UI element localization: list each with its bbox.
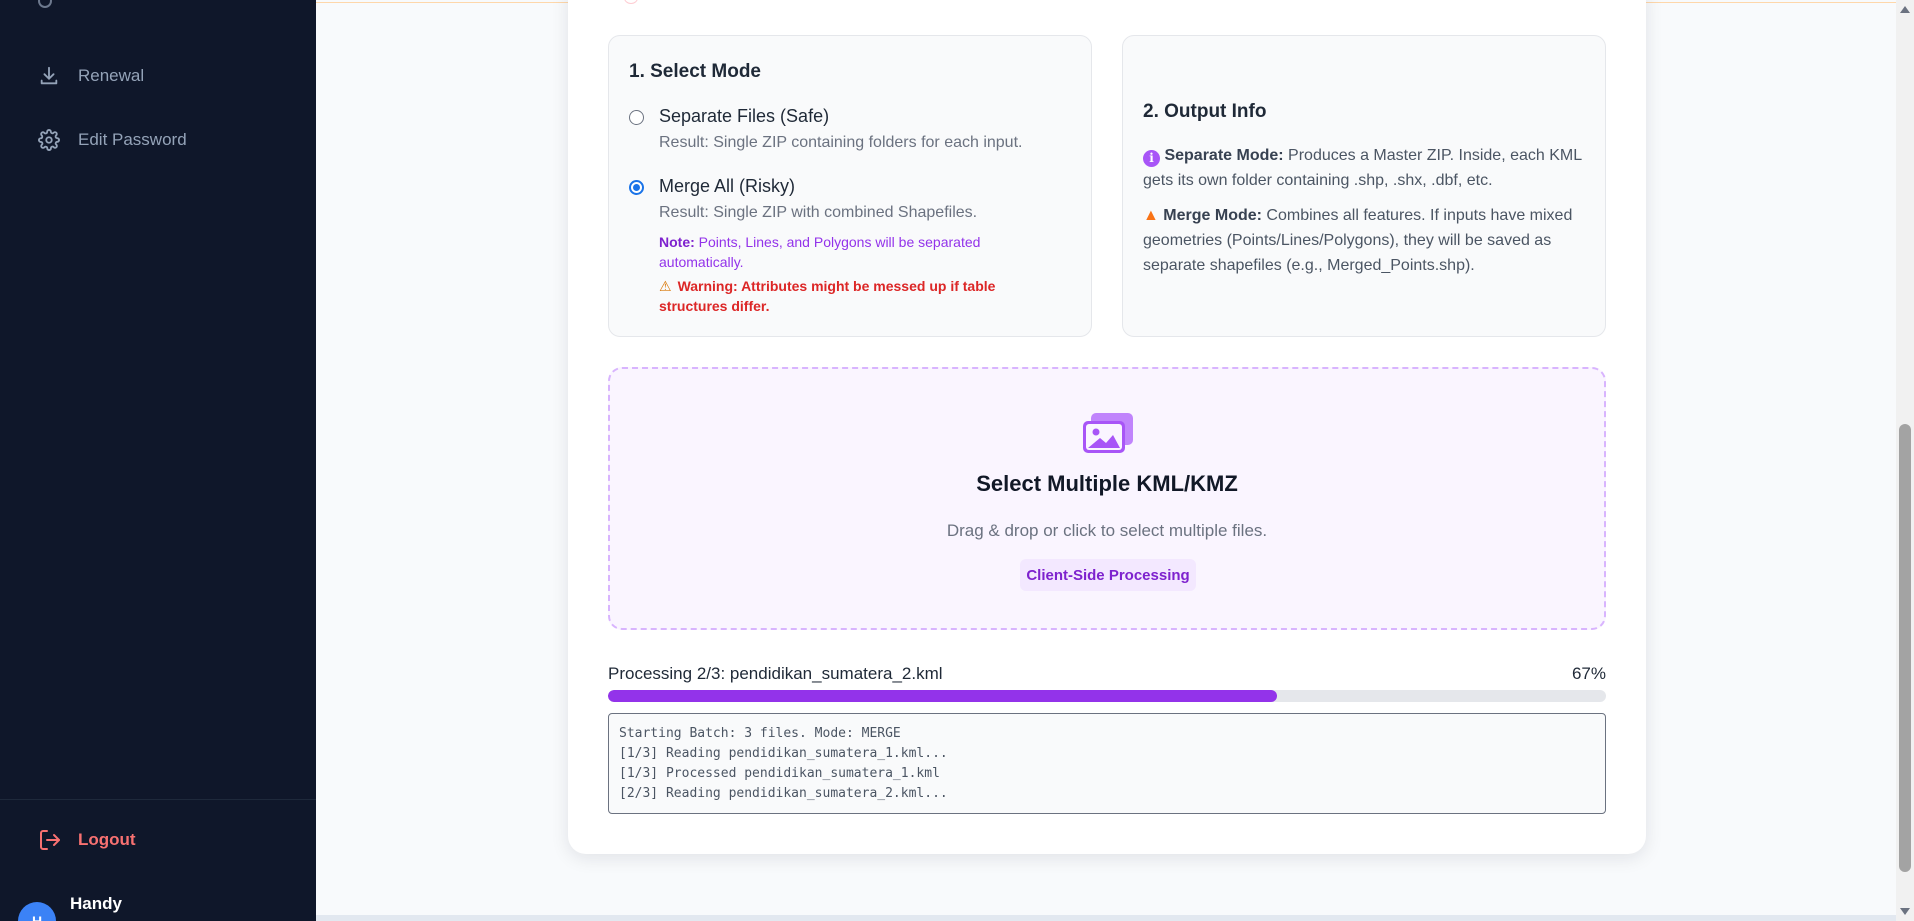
log-line: Starting Batch: 3 files. Mode: MERGE	[619, 726, 901, 741]
progress-bar	[608, 690, 1606, 702]
logout-label: Logout	[78, 830, 136, 849]
separate-files-label[interactable]: Separate Files (Safe)	[659, 106, 829, 127]
dropzone-subtitle: Drag & drop or click to select multiple …	[946, 521, 1268, 540]
merge-note: Note: Points, Lines, and Polygons will b…	[659, 232, 1059, 272]
note-text: Points, Lines, and Polygons will be sepa…	[659, 234, 981, 270]
progress-percent: 67%	[1571, 664, 1606, 683]
scroll-down-arrow-icon[interactable]	[1900, 908, 1910, 915]
separate-files-radio[interactable]	[629, 110, 644, 125]
merge-mode-label: Merge Mode:	[1163, 207, 1262, 224]
separate-files-description: Result: Single ZIP containing folders fo…	[659, 134, 1023, 151]
merge-mode-info: ▲ Merge Mode: Combines all features. If …	[1143, 203, 1591, 278]
bottom-strip	[316, 915, 1896, 921]
processing-log[interactable]: Starting Batch: 3 files. Mode: MERGE [1/…	[608, 713, 1606, 814]
download-icon	[40, 66, 58, 85]
sidebar-footer: Logout H Handy	[0, 799, 316, 921]
note-label: Note:	[659, 234, 695, 250]
logout-icon	[40, 830, 60, 850]
info-icon: i	[1143, 150, 1160, 167]
separate-mode-info: i Separate Mode: Produces a Master ZIP. …	[1143, 143, 1591, 193]
scroll-up-arrow-icon[interactable]	[1900, 6, 1910, 13]
merge-all-description: Result: Single ZIP with combined Shapefi…	[659, 204, 978, 221]
scroll-thumb[interactable]	[1899, 424, 1911, 872]
sidebar-item-renewal[interactable]: Renewal	[0, 44, 316, 108]
merge-all-label[interactable]: Merge All (Risky)	[659, 176, 795, 197]
warning-triangle-icon: ▲	[1143, 207, 1159, 224]
merge-all-radio[interactable]	[629, 180, 644, 195]
user-name: Handy	[70, 894, 122, 913]
avatar: H	[18, 902, 56, 921]
app-root: Renewal Edit Password Logout H Handy 1. …	[0, 0, 1914, 921]
file-dropzone[interactable]: Select Multiple KML/KMZ Drag & drop or c…	[608, 367, 1606, 630]
log-line: [2/3] Reading pendidikan_sumatera_2.kml.…	[619, 786, 948, 801]
log-line: [1/3] Processed pendidikan_sumatera_1.km…	[619, 766, 940, 781]
select-mode-panel: 1. Select Mode Separate Files (Safe) Res…	[608, 35, 1092, 337]
log-line: [1/3] Reading pendidikan_sumatera_1.kml.…	[619, 746, 948, 761]
user-profile[interactable]: H Handy	[18, 892, 122, 921]
progress-label: Processing 2/3: pendidikan_sumatera_2.km…	[608, 664, 943, 683]
sidebar-nav: Renewal Edit Password	[0, 0, 316, 172]
sidebar-item-label: Edit Password	[78, 130, 187, 149]
select-mode-title: 1. Select Mode	[629, 61, 761, 82]
output-info-panel: 2. Output Info i Separate Mode: Produces…	[1122, 35, 1606, 337]
gear-icon	[38, 129, 60, 151]
progress-fill	[608, 690, 1277, 702]
page-scrollbar[interactable]	[1896, 0, 1914, 921]
images-icon	[1083, 413, 1133, 453]
sidebar: Renewal Edit Password Logout H Handy	[0, 0, 316, 921]
client-side-badge: Client-Side Processing	[1020, 559, 1196, 591]
logout-button[interactable]: Logout	[0, 820, 316, 860]
separate-mode-label: Separate Mode:	[1164, 147, 1284, 164]
sidebar-item-edit-password[interactable]: Edit Password	[0, 108, 316, 172]
sidebar-item-label: Renewal	[78, 66, 145, 85]
warning-text: Warning: Attributes might be messed up i…	[659, 278, 996, 314]
dropzone-title: Select Multiple KML/KMZ	[976, 471, 1238, 496]
warning-icon: ⚠	[659, 278, 672, 294]
output-info-title: 2. Output Info	[1143, 101, 1267, 122]
merge-warning: ⚠ Warning: Attributes might be messed up …	[659, 276, 1059, 316]
